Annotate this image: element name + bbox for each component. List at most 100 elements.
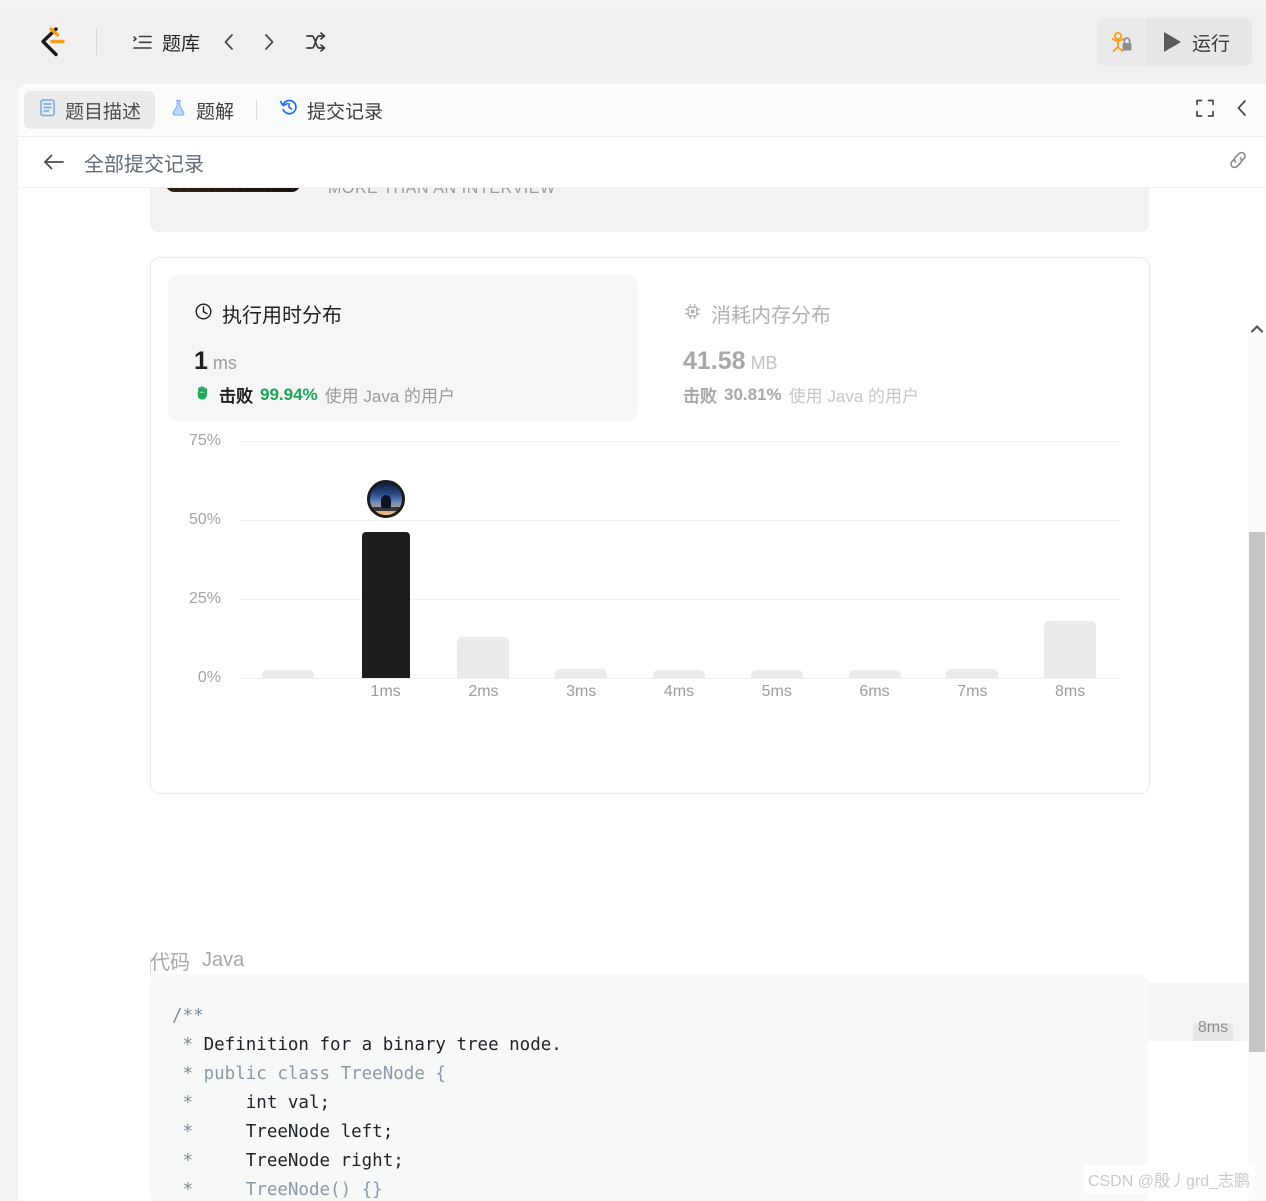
chart-x-tick-label: 7ms — [957, 683, 988, 700]
chart-y-tick-label: 75% — [188, 431, 221, 449]
chart-x-tick-label: 2ms — [468, 683, 499, 700]
collapse-panel-icon[interactable] — [1232, 97, 1252, 124]
chart-x-tick-label: 4ms — [663, 683, 695, 700]
code-token: * — [172, 1180, 204, 1200]
runtime-unit: ms — [212, 353, 237, 373]
leetcode-logo[interactable] — [30, 21, 72, 63]
code-token: * — [172, 1064, 204, 1084]
back-arrow-icon[interactable] — [42, 151, 66, 173]
code-token: * — [172, 1122, 204, 1142]
history-icon — [279, 97, 299, 123]
problems-nav-button[interactable]: 题库 — [123, 23, 208, 62]
chart-y-tick-label: 50% — [188, 510, 221, 528]
description-icon — [38, 98, 57, 123]
tab-description-label: 题目描述 — [65, 101, 142, 123]
prev-problem-button[interactable] — [210, 23, 248, 61]
chart-bar[interactable] — [750, 670, 803, 678]
runtime-beat-prefix: 击败 — [219, 387, 253, 406]
code-line: * int val; — [172, 1089, 1148, 1118]
problems-nav-label: 题库 — [162, 33, 201, 55]
main-panel: 题目描述 题解 提交记录 全部提交记录 MORE THAN AN INTERVI… — [18, 84, 1266, 1201]
code-line: * TreeNode() {} — [172, 1176, 1148, 1201]
chart-x-tick-label: 1ms — [370, 683, 401, 700]
chart-x-tick-label: 3ms — [566, 683, 597, 700]
code-token: * — [172, 1093, 204, 1113]
memory-value-row: 41.58 MB — [681, 347, 1151, 376]
runtime-value: 1 — [194, 347, 208, 375]
chart-bar[interactable] — [946, 668, 999, 678]
user-avatar-marker[interactable] — [366, 480, 405, 519]
memory-beat-prefix: 击败 — [683, 387, 717, 406]
scrollbar-thumb[interactable] — [1249, 532, 1265, 1052]
code-line: * TreeNode right; — [172, 1147, 1148, 1176]
code-line: * Definition for a binary tree node. — [172, 1031, 1148, 1060]
chart-bar[interactable] — [261, 670, 314, 678]
code-token: TreeNode right; — [203, 1151, 404, 1171]
memory-stat-header: 消耗内存分布 — [681, 275, 1151, 328]
all-submissions-title[interactable]: 全部提交记录 — [84, 148, 204, 177]
next-problem-button[interactable] — [250, 23, 288, 61]
minimap-tick-label: 8ms — [1197, 1019, 1229, 1036]
scrollbar-track[interactable] — [1248, 336, 1266, 1201]
memory-beat-percent: 30.81% — [724, 384, 782, 404]
code-token: TreeNode left; — [203, 1122, 394, 1142]
link-icon[interactable] — [1226, 149, 1250, 176]
runtime-beat-row: 击败 99.94% 使用 Java 的用户 — [168, 382, 638, 407]
chart-plot-area[interactable] — [239, 428, 1119, 678]
memory-stat-box[interactable]: 消耗内存分布 41.58 MB 击败 30.81% 使用 Java 的用户 — [681, 275, 1151, 421]
promo-banner-text: MORE THAN AN INTERVIEW — [328, 188, 556, 197]
shuffle-button[interactable] — [296, 23, 336, 61]
tab-solutions[interactable]: 题解 — [155, 91, 248, 129]
list-icon — [131, 31, 153, 53]
code-language: Java — [202, 949, 245, 971]
csdn-watermark: CSDN @殷丿grd_志鹏 — [1083, 1165, 1254, 1193]
tab-bar-actions — [1194, 97, 1266, 124]
toolbar-right: 运行 — [1096, 18, 1252, 66]
scroll-up-arrow-icon[interactable] — [1248, 322, 1266, 336]
chart-bar[interactable] — [1044, 621, 1097, 678]
chart-bar[interactable] — [653, 670, 705, 678]
toolbar-divider — [96, 29, 97, 55]
debug-locked-button[interactable] — [1096, 18, 1145, 66]
app-root: 题库 运行 题目描述 题解 提交记录 全部提交记录 MORE THAN AN I… — [0, 0, 1266, 1201]
code-token: int val; — [203, 1093, 331, 1113]
run-button-label: 运行 — [1191, 33, 1230, 55]
submission-content: MORE THAN AN INTERVIEW 执行用时分布 1 ms 击败 99… — [18, 188, 1266, 1201]
runtime-stat-header: 执行用时分布 — [168, 275, 638, 328]
chart-bar[interactable] — [555, 668, 608, 678]
runtime-stat-title: 执行用时分布 — [222, 305, 342, 327]
chart-x-tick-label: 6ms — [859, 683, 890, 700]
memory-beat-suffix: 使用 Java 的用户 — [788, 387, 920, 406]
code-token: TreeNode() {} — [203, 1180, 383, 1200]
code-block[interactable]: /** * Definition for a binary tree node.… — [150, 974, 1148, 1201]
chart-x-tick-label: 8ms — [1054, 683, 1086, 700]
code-line: * public class TreeNode { — [172, 1060, 1148, 1089]
chart-gridline — [239, 678, 1119, 679]
content-scrollbar[interactable] — [1248, 322, 1266, 1201]
chart-bar[interactable] — [361, 532, 410, 678]
memory-unit: MB — [750, 353, 778, 373]
chart-y-tick-label: 25% — [188, 589, 221, 607]
run-button[interactable]: 运行 — [1145, 18, 1252, 66]
runtime-value-row: 1 ms — [168, 347, 638, 376]
play-icon — [1163, 32, 1181, 52]
tab-submissions[interactable]: 提交记录 — [265, 91, 397, 129]
code-token: public class TreeNode { — [203, 1064, 446, 1084]
waving-hand-icon — [194, 383, 212, 406]
memory-value: 41.58 — [683, 347, 746, 375]
runtime-distribution-chart[interactable]: 0% 25% 50% 75% 1ms 2ms 3ms 4ms 5ms 6ms 7ms 8ms — [151, 428, 1149, 718]
flask-icon — [169, 98, 188, 123]
code-line: * TreeNode left; — [172, 1118, 1148, 1147]
promo-banner[interactable]: MORE THAN AN INTERVIEW — [150, 188, 1149, 232]
code-label: 代码 — [150, 952, 190, 974]
code-token: /** — [172, 1006, 204, 1026]
runtime-stat-box[interactable]: 执行用时分布 1 ms 击败 99.94% 使用 Java 的用户 — [168, 275, 638, 421]
runtime-beat-percent: 99.94% — [260, 384, 318, 404]
runtime-beat-suffix: 使用 Java 的用户 — [324, 387, 456, 406]
fullscreen-icon[interactable] — [1194, 97, 1216, 124]
nav-group: 题库 — [123, 23, 336, 62]
chart-bar[interactable] — [457, 636, 510, 678]
tab-bar: 题目描述 题解 提交记录 — [18, 84, 1266, 137]
tab-description[interactable]: 题目描述 — [24, 91, 156, 129]
chart-bar[interactable] — [848, 670, 901, 678]
